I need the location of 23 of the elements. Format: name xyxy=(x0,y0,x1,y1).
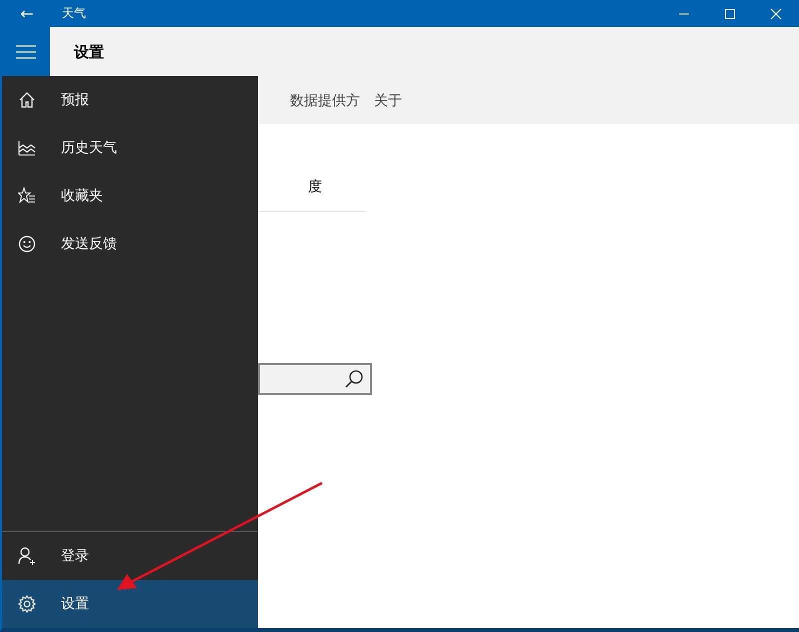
nav-item[interactable]: 收藏夹 xyxy=(2,172,258,220)
add-user-icon xyxy=(18,547,36,565)
nav-item[interactable]: 登录 xyxy=(2,532,258,580)
close-icon xyxy=(770,8,782,20)
window-title: 天气 xyxy=(62,5,86,22)
search-field[interactable] xyxy=(258,363,372,395)
nav-item[interactable]: 历史天气 xyxy=(2,124,258,172)
smiley-icon xyxy=(18,235,36,253)
nav-item[interactable]: 预报 xyxy=(2,76,258,124)
tab[interactable]: 数据提供方 xyxy=(290,92,360,110)
nav-item[interactable]: 设置 xyxy=(2,580,258,628)
maximize-icon xyxy=(724,8,736,20)
search-icon xyxy=(344,369,364,389)
chart-lines-icon xyxy=(18,139,36,157)
settings-icon xyxy=(18,595,36,613)
back-button[interactable]: ← xyxy=(2,4,52,23)
star-list-icon xyxy=(18,187,36,205)
menu-icon xyxy=(16,44,36,58)
setting-text: 度 xyxy=(308,178,322,196)
tab[interactable]: 关于 xyxy=(374,92,402,110)
page-title: 设置 xyxy=(74,43,105,62)
nav-item[interactable]: 发送反馈 xyxy=(2,220,258,268)
home-icon xyxy=(18,91,36,109)
